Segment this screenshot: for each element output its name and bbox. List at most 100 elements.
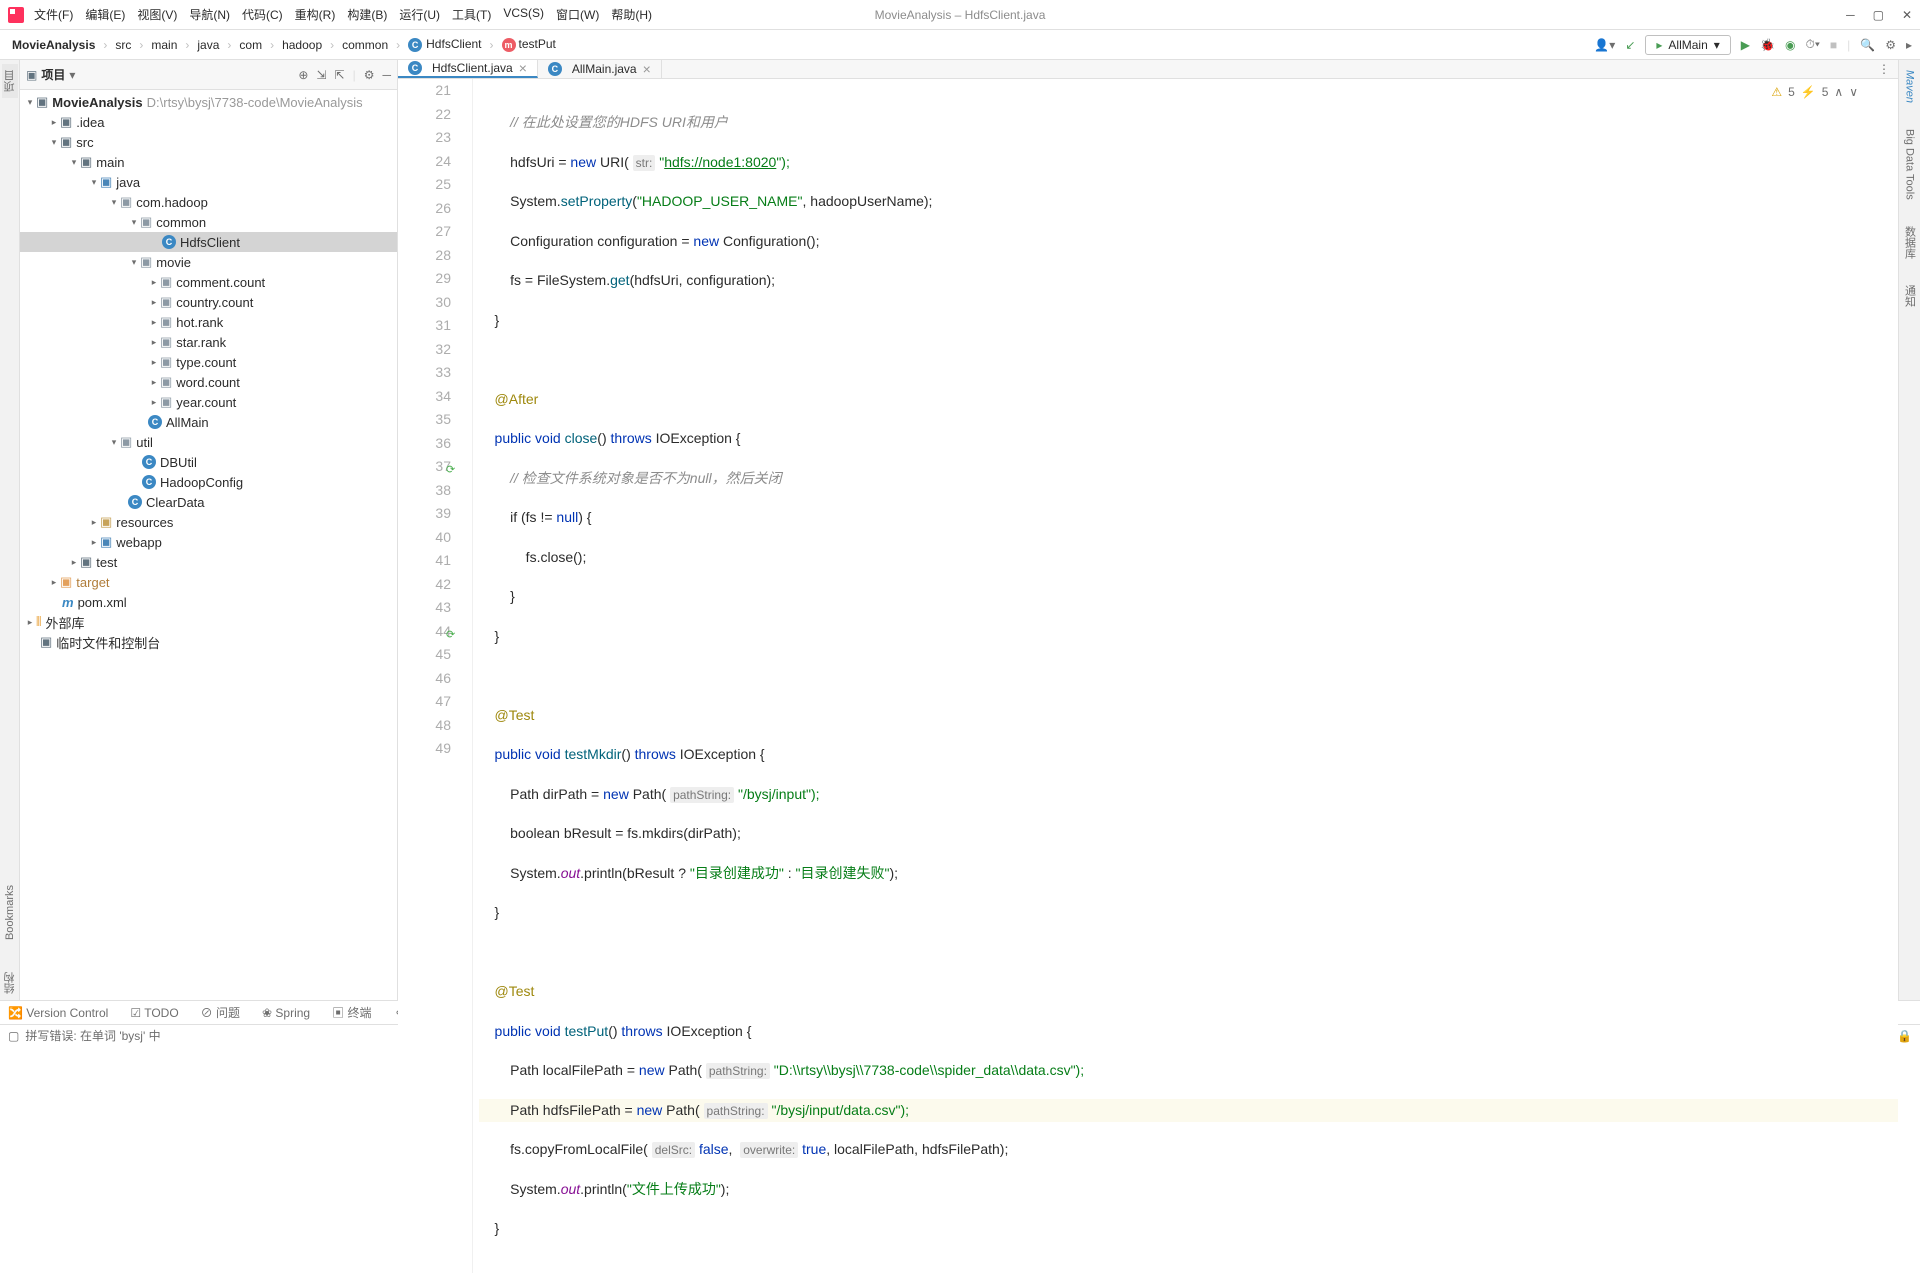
tree-node-pkg-star[interactable]: ▸▣star.rank [20, 332, 397, 352]
status-icon[interactable]: ▢ [8, 1029, 19, 1043]
crumb-common[interactable]: common [338, 36, 392, 54]
tree-node-pkg-word[interactable]: ▸▣word.count [20, 372, 397, 392]
tree-node-pkg-type[interactable]: ▸▣type.count [20, 352, 397, 372]
close-icon[interactable]: ✕ [1902, 8, 1912, 22]
more-icon[interactable]: ▸ [1906, 38, 1912, 52]
minimize-icon[interactable]: ─ [1846, 8, 1855, 22]
menu-vcs[interactable]: VCS(S) [503, 6, 544, 23]
tool-window-maven[interactable]: Maven [1904, 66, 1916, 107]
tool-window-project[interactable]: 项目 [2, 64, 18, 98]
tool-spring[interactable]: ❀ Spring [262, 1006, 310, 1020]
menu-window[interactable]: 窗口(W) [556, 6, 599, 23]
status-lock-icon[interactable]: 🔒 [1897, 1029, 1912, 1043]
inspect-down-icon[interactable]: ∨ [1849, 85, 1858, 99]
tree-node-pkg-hot[interactable]: ▸▣hot.rank [20, 312, 397, 332]
tree-node-main[interactable]: ▾▣main [20, 152, 397, 172]
menu-file[interactable]: 文件(F) [34, 6, 73, 23]
menu-run[interactable]: 运行(U) [399, 6, 440, 23]
menu-help[interactable]: 帮助(H) [611, 6, 652, 23]
tree-node-hdfsclient[interactable]: CHdfsClient [20, 232, 397, 252]
search-everywhere-icon[interactable]: 🔍 [1860, 38, 1875, 52]
inspect-up-icon[interactable]: ∧ [1834, 85, 1843, 99]
expand-all-icon[interactable]: ⇲ [316, 68, 326, 82]
run-button[interactable]: ▶ [1741, 38, 1750, 52]
tree-node-resources[interactable]: ▸▣resources [20, 512, 397, 532]
user-icon[interactable]: 👤▾ [1594, 38, 1615, 52]
tree-node-cleardata[interactable]: CClearData [20, 492, 397, 512]
menu-code[interactable]: 代码(C) [242, 6, 283, 23]
tree-node-pkg-hadoop[interactable]: ▾▣com.hadoop [20, 192, 397, 212]
chevron-down-icon[interactable]: ▾ [69, 68, 75, 82]
code-editor[interactable]: 2122232425262728293031323334353637⟳38394… [398, 79, 1898, 1273]
crumb-project[interactable]: MovieAnalysis [8, 36, 99, 54]
settings-icon[interactable]: ⚙ [364, 68, 375, 82]
crumb-method[interactable]: mtestPut [498, 35, 560, 54]
tool-window-database[interactable]: 数据库 [1902, 222, 1918, 263]
inspection-widget[interactable]: ⚠5 ⚡5 ∧∨ [1771, 85, 1858, 99]
crumb-java[interactable]: java [193, 36, 223, 54]
menu-tools[interactable]: 工具(T) [452, 6, 491, 23]
debug-button[interactable]: 🐞 [1760, 38, 1775, 52]
tree-node-pom[interactable]: mpom.xml [20, 592, 397, 612]
vcs-update-icon[interactable]: ↙ [1625, 38, 1635, 52]
tree-node-test[interactable]: ▸▣test [20, 552, 397, 572]
locate-icon[interactable]: ⊕ [298, 68, 308, 82]
menu-navigate[interactable]: 导航(N) [189, 6, 230, 23]
crumb-com[interactable]: com [235, 36, 266, 54]
run-config-selector[interactable]: ▸ AllMain ▾ [1645, 35, 1730, 55]
crumb-main[interactable]: main [147, 36, 181, 54]
tree-node-src[interactable]: ▾▣src [20, 132, 397, 152]
stop-button[interactable]: ■ [1830, 38, 1837, 52]
tab-close-icon[interactable]: × [643, 61, 651, 77]
tree-node-pkg-country[interactable]: ▸▣country.count [20, 292, 397, 312]
tab-hdfsclient[interactable]: CHdfsClient.java× [398, 60, 538, 78]
tool-terminal[interactable]: ▣ 终端 [332, 1004, 371, 1021]
crumb-src[interactable]: src [111, 36, 135, 54]
tool-todo[interactable]: ☑ TODO [130, 1006, 178, 1020]
tree-node-pkg-util[interactable]: ▾▣util [20, 432, 397, 452]
menu-refactor[interactable]: 重构(R) [295, 6, 336, 23]
tree-node-pkg-movie[interactable]: ▾▣movie [20, 252, 397, 272]
tool-window-notifications[interactable]: 通知 [1902, 281, 1918, 311]
maven-icon: m [62, 595, 74, 610]
hide-icon[interactable]: ─ [382, 68, 391, 82]
profile-button[interactable]: ⏱▾ [1805, 37, 1819, 52]
maximize-icon[interactable]: ▢ [1873, 8, 1884, 22]
tree-node-pkg-common[interactable]: ▾▣common [20, 212, 397, 232]
tree-node-extlibs[interactable]: ▸⫴外部库 [20, 612, 397, 632]
left-tool-strip: 项目 Bookmarks 结构 [0, 60, 20, 1000]
tree-node-allmain[interactable]: CAllMain [20, 412, 397, 432]
menu-edit[interactable]: 编辑(E) [85, 6, 125, 23]
tool-window-structure[interactable]: 结构 [2, 966, 18, 1000]
settings-icon[interactable]: ⚙ [1885, 38, 1896, 52]
tool-window-bookmarks[interactable]: Bookmarks [4, 879, 16, 946]
tree-node-scratches[interactable]: ▣临时文件和控制台 [20, 632, 397, 652]
tool-problems[interactable]: ⊘ 问题 [201, 1004, 240, 1021]
collapse-all-icon[interactable]: ⇱ [335, 68, 345, 82]
code-content[interactable]: ⚠5 ⚡5 ∧∨ // 在此处设置您的HDFS URI和用户 hdfsUri =… [473, 79, 1898, 1273]
chevron-down-icon: ▾ [1714, 38, 1720, 52]
tree-node-pkg-year[interactable]: ▸▣year.count [20, 392, 397, 412]
tab-close-icon[interactable]: × [519, 60, 527, 76]
tree-node-hadoopconfig[interactable]: CHadoopConfig [20, 472, 397, 492]
crumb-hadoop[interactable]: hadoop [278, 36, 326, 54]
tab-allmain[interactable]: CAllMain.java× [538, 60, 662, 78]
tool-window-bigdata[interactable]: Big Data Tools [1904, 125, 1916, 204]
coverage-button[interactable]: ◉ [1785, 38, 1795, 52]
menu-view[interactable]: 视图(V) [137, 6, 177, 23]
title-bar: 文件(F) 编辑(E) 视图(V) 导航(N) 代码(C) 重构(R) 构建(B… [0, 0, 1920, 30]
fold-column[interactable] [463, 79, 473, 1273]
tree-node-dbutil[interactable]: CDBUtil [20, 452, 397, 472]
crumb-class[interactable]: CHdfsClient [404, 35, 485, 54]
tree-node-java[interactable]: ▾▣java [20, 172, 397, 192]
tree-node-target[interactable]: ▸▣target [20, 572, 397, 592]
tool-version-control[interactable]: 🔀 Version Control [8, 1006, 108, 1020]
tree-node-webapp[interactable]: ▸▣webapp [20, 532, 397, 552]
tabs-more-icon[interactable]: ⋮ [1878, 62, 1890, 76]
menu-build[interactable]: 构建(B) [347, 6, 387, 23]
toolbar-right: 👤▾ ↙ ▸ AllMain ▾ ▶ 🐞 ◉ ⏱▾ ■ | 🔍 ⚙ ▸ [1594, 35, 1912, 55]
tree-node-root[interactable]: ▾▣MovieAnalysisD:\rtsy\bysj\7738-code\Mo… [20, 92, 397, 112]
tree-node-idea[interactable]: ▸▣.idea [20, 112, 397, 132]
breadcrumbs: MovieAnalysis› src› main› java› com› had… [8, 35, 560, 54]
tree-node-pkg-comment[interactable]: ▸▣comment.count [20, 272, 397, 292]
